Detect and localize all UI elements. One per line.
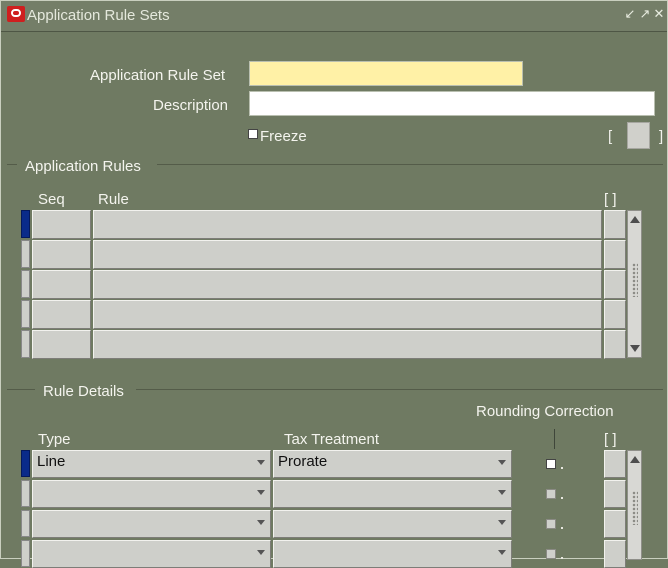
detail-flex-cell[interactable] <box>604 450 626 478</box>
rule-flex-cell[interactable] <box>604 270 626 299</box>
tax-treatment-value: Prorate <box>278 453 328 470</box>
rule-set-label: Application Rule Set <box>90 67 226 84</box>
maximize-icon[interactable]: ↗ <box>638 5 652 23</box>
title-bar: Application Rule Sets ↙ ↗ ✕ <box>1 1 667 32</box>
type-dropdown[interactable] <box>32 510 271 538</box>
checkbox-focus-dot <box>561 467 563 469</box>
rule-flex-cell[interactable] <box>604 240 626 269</box>
rule-cell[interactable] <box>93 300 602 329</box>
row-indicator[interactable] <box>21 210 30 238</box>
seq-cell[interactable] <box>32 270 91 299</box>
rounding-column-divider <box>554 429 555 449</box>
details-scrollbar[interactable] <box>627 450 642 560</box>
rule-cell[interactable] <box>93 330 602 359</box>
details-flex-column-header: [ ] <box>604 431 617 448</box>
detail-flex-cell[interactable] <box>604 540 626 568</box>
row-indicator[interactable] <box>21 300 30 328</box>
scroll-down-icon[interactable] <box>630 345 640 352</box>
rule-details-section-label: Rule Details <box>43 383 124 400</box>
section-divider <box>157 164 663 165</box>
chevron-down-icon[interactable] <box>257 520 265 525</box>
section-divider <box>7 389 35 390</box>
description-input[interactable] <box>249 91 655 116</box>
seq-cell[interactable] <box>32 240 91 269</box>
chevron-down-icon[interactable] <box>498 550 506 555</box>
rule-cell[interactable] <box>93 210 602 239</box>
freeze-checkbox[interactable] <box>248 129 258 139</box>
description-label: Description <box>153 97 229 114</box>
tax-treatment-dropdown[interactable] <box>273 510 512 538</box>
rule-set-input[interactable] <box>249 61 523 86</box>
row-indicator[interactable] <box>21 510 30 537</box>
chevron-down-icon[interactable] <box>498 460 506 465</box>
scroll-up-icon[interactable] <box>630 216 640 223</box>
section-divider <box>7 164 17 165</box>
rounding-correction-checkbox[interactable] <box>546 519 556 529</box>
rules-scrollbar[interactable] <box>627 210 642 358</box>
type-dropdown[interactable] <box>32 480 271 508</box>
row-indicator[interactable] <box>21 450 30 477</box>
seq-cell[interactable] <box>32 300 91 329</box>
section-divider <box>136 389 663 390</box>
detail-flex-cell[interactable] <box>604 480 626 508</box>
type-dropdown[interactable]: Line <box>32 450 271 478</box>
scroll-grip-icon[interactable] <box>632 491 638 525</box>
scroll-up-icon[interactable] <box>630 456 640 463</box>
rounding-correction-header: Rounding Correction <box>476 403 614 420</box>
scroll-grip-icon[interactable] <box>632 263 638 297</box>
seq-cell[interactable] <box>32 210 91 239</box>
seq-column-header: Seq <box>38 191 65 208</box>
rule-flex-cell[interactable] <box>604 300 626 329</box>
row-indicator[interactable] <box>21 270 30 298</box>
flex-bracket-close: ] <box>659 128 664 145</box>
application-rule-sets-window: Application Rule Sets ↙ ↗ ✕ Application … <box>0 0 668 568</box>
tax-treatment-dropdown[interactable] <box>273 480 512 508</box>
tax-treatment-dropdown[interactable]: Prorate <box>273 450 512 478</box>
rounding-correction-checkbox[interactable] <box>546 489 556 499</box>
detail-flex-cell[interactable] <box>604 510 626 538</box>
type-dropdown[interactable] <box>32 540 271 568</box>
seq-cell[interactable] <box>32 330 91 359</box>
row-indicator[interactable] <box>21 480 30 507</box>
rule-cell[interactable] <box>93 270 602 299</box>
application-rules-section-label: Application Rules <box>25 158 141 175</box>
flex-bracket-open: [ <box>608 128 613 145</box>
chevron-down-icon[interactable] <box>257 460 265 465</box>
type-value: Line <box>37 453 66 470</box>
rounding-correction-checkbox[interactable] <box>546 459 556 469</box>
freeze-label: Freeze <box>260 128 307 145</box>
row-indicator[interactable] <box>21 240 30 268</box>
minimize-icon[interactable]: ↙ <box>623 5 637 23</box>
checkbox-focus-dot <box>561 527 563 529</box>
window-title: Application Rule Sets <box>27 7 170 24</box>
rounding-correction-checkbox[interactable] <box>546 549 556 559</box>
tax-treatment-dropdown[interactable] <box>273 540 512 568</box>
tax-treatment-column-header: Tax Treatment <box>284 431 380 448</box>
row-indicator[interactable] <box>21 540 30 567</box>
oracle-app-icon <box>7 6 25 22</box>
rule-flex-cell[interactable] <box>604 330 626 359</box>
type-column-header: Type <box>38 431 71 448</box>
close-icon[interactable]: ✕ <box>652 5 666 23</box>
header-flexfield[interactable] <box>627 122 650 149</box>
rule-column-header: Rule <box>98 191 129 208</box>
row-indicator[interactable] <box>21 330 30 358</box>
chevron-down-icon[interactable] <box>257 550 265 555</box>
rules-flex-column-header: [ ] <box>604 191 617 208</box>
chevron-down-icon[interactable] <box>257 490 265 495</box>
chevron-down-icon[interactable] <box>498 520 506 525</box>
chevron-down-icon[interactable] <box>498 490 506 495</box>
rule-flex-cell[interactable] <box>604 210 626 239</box>
checkbox-focus-dot <box>561 497 563 499</box>
rule-cell[interactable] <box>93 240 602 269</box>
